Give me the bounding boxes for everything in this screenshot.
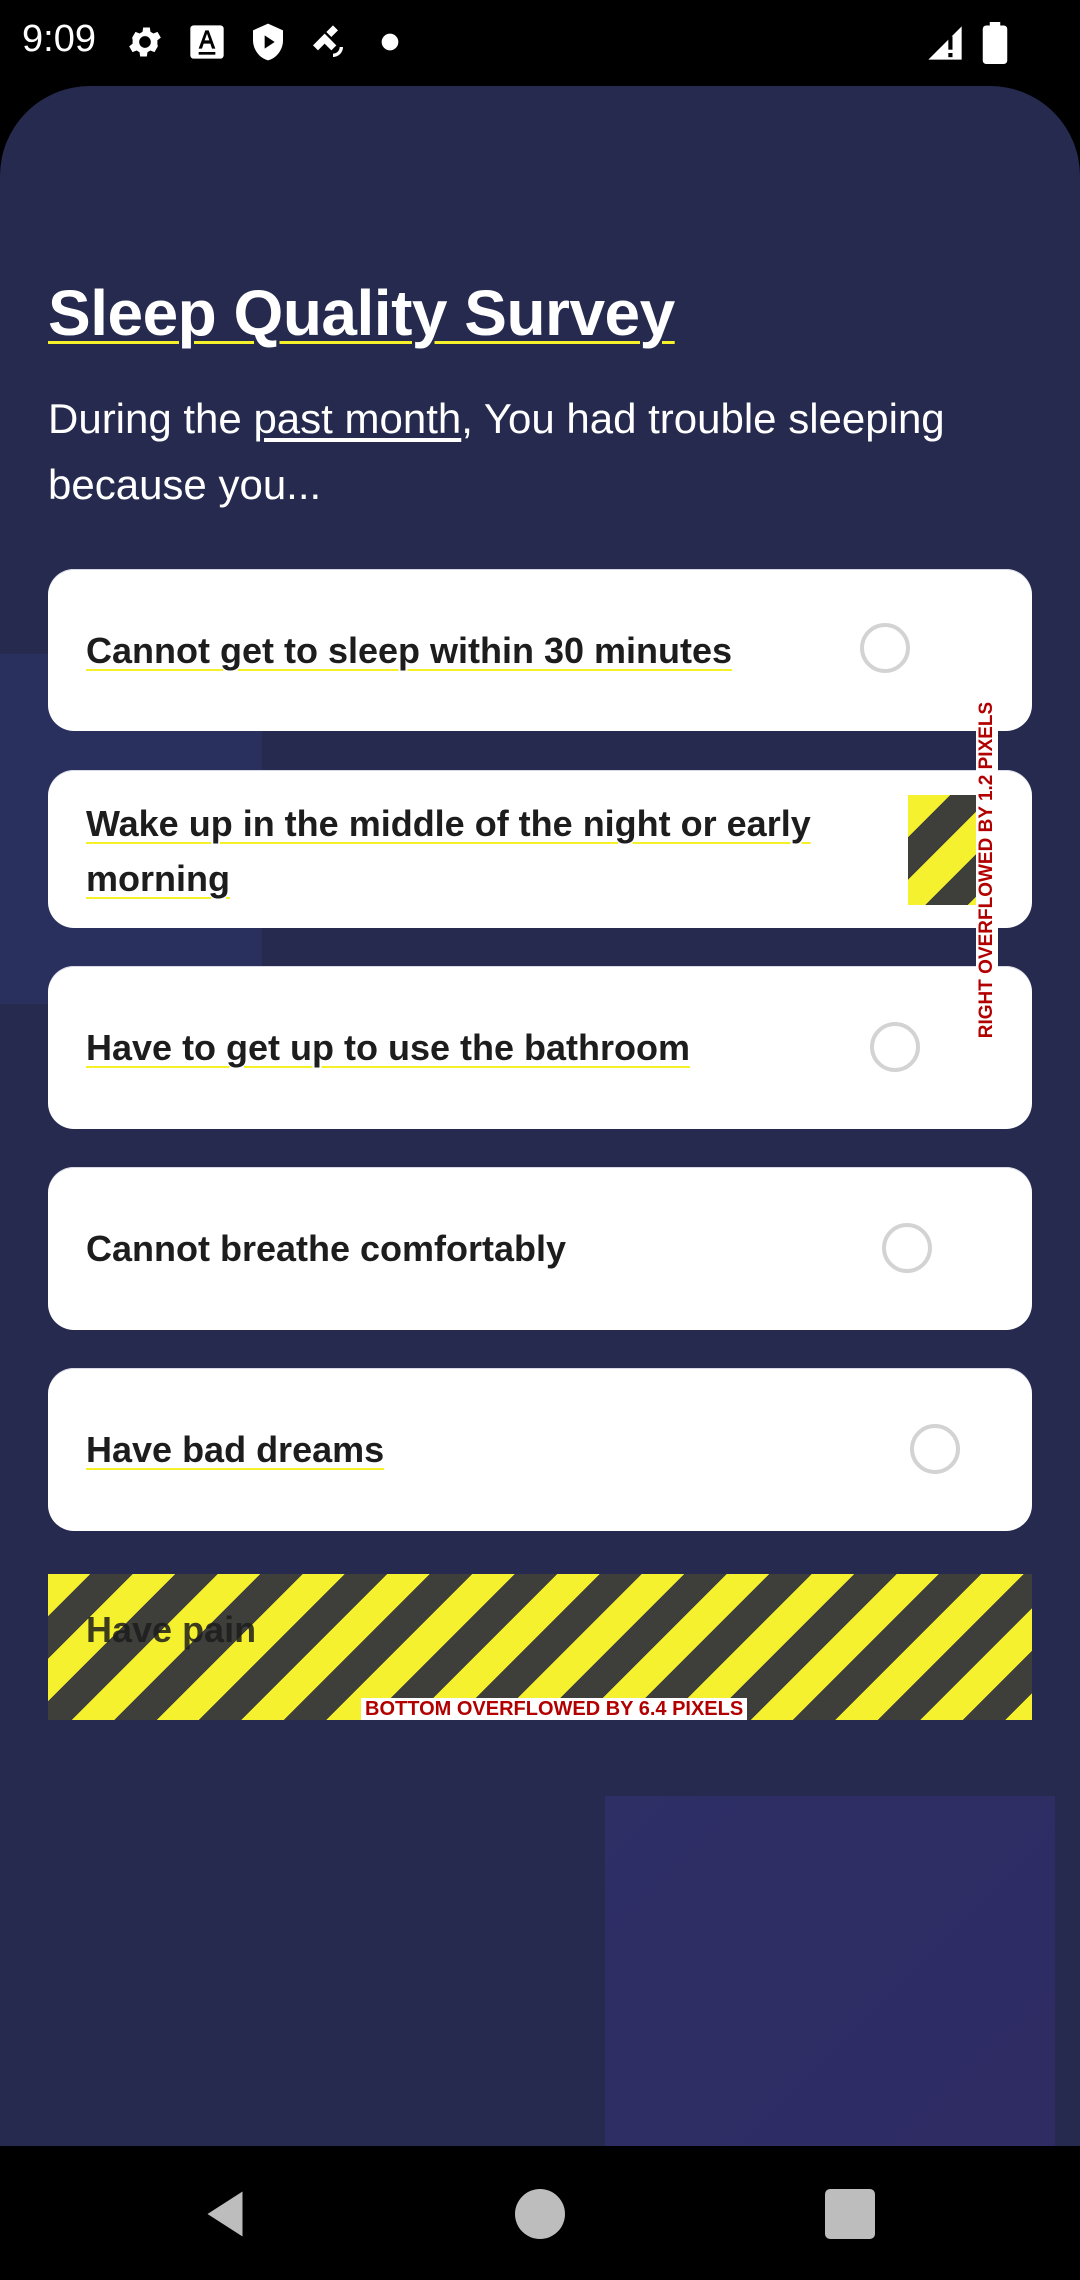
option-label: Cannot breathe comfortably: [86, 1228, 567, 1269]
signal-icon: [928, 26, 962, 60]
option-card[interactable]: Have to get up to use the bathroom: [48, 966, 1032, 1129]
option-radio[interactable]: [860, 623, 910, 673]
home-icon[interactable]: [510, 2184, 570, 2244]
option-card[interactable]: Cannot get to sleep within 30 minutes: [48, 569, 1032, 731]
navigation-bar: [0, 2146, 1080, 2280]
option-radio[interactable]: [882, 1223, 932, 1273]
settings-icon: [129, 27, 161, 57]
battery-icon: [982, 22, 1008, 64]
option-card-overflowed[interactable]: Have pain BOTTOM OVERFLOWED BY 6.4 PIXEL…: [48, 1574, 1032, 1720]
option-label: Have bad dreams: [86, 1429, 385, 1470]
bottom-overflow-text: BOTTOM OVERFLOWED BY 6.4 PIXELS: [361, 1698, 748, 1720]
question-text-start: During the: [48, 395, 254, 442]
option-label: Have pain: [86, 1609, 257, 1650]
shield-play-icon: [253, 23, 283, 61]
option-label: Wake up in the middle of the night or ea…: [86, 803, 811, 899]
status-bar: 9:09: [0, 0, 1080, 88]
option-radio[interactable]: [870, 1022, 920, 1072]
option-radio[interactable]: [910, 1424, 960, 1474]
satellite-icon: [313, 25, 343, 57]
text-a-icon: [190, 25, 224, 59]
back-icon[interactable]: [195, 2184, 255, 2244]
option-card[interactable]: Wake up in the middle of the night or ea…: [48, 770, 1032, 928]
survey-question: During the past month, You had trouble s…: [48, 386, 948, 518]
option-card[interactable]: Have bad dreams: [48, 1368, 1032, 1531]
option-label: Cannot get to sleep within 30 minutes: [86, 630, 733, 671]
right-overflow-text: RIGHT OVERFLOWED BY 1.2 PIXELS: [976, 701, 997, 1039]
recents-icon[interactable]: [820, 2184, 880, 2244]
dot-icon: [381, 33, 399, 51]
app-screen: Sleep Quality Survey During the past mon…: [0, 86, 1080, 2146]
page-title: Sleep Quality Survey: [48, 277, 675, 349]
overflow-stripe: [908, 795, 976, 905]
option-card[interactable]: Cannot breathe comfortably: [48, 1167, 1032, 1330]
question-emphasis: past month: [253, 395, 462, 442]
option-label: Have to get up to use the bathroom: [86, 1027, 691, 1068]
background-shape: [605, 1796, 1055, 2146]
status-time: 9:09: [22, 18, 96, 60]
